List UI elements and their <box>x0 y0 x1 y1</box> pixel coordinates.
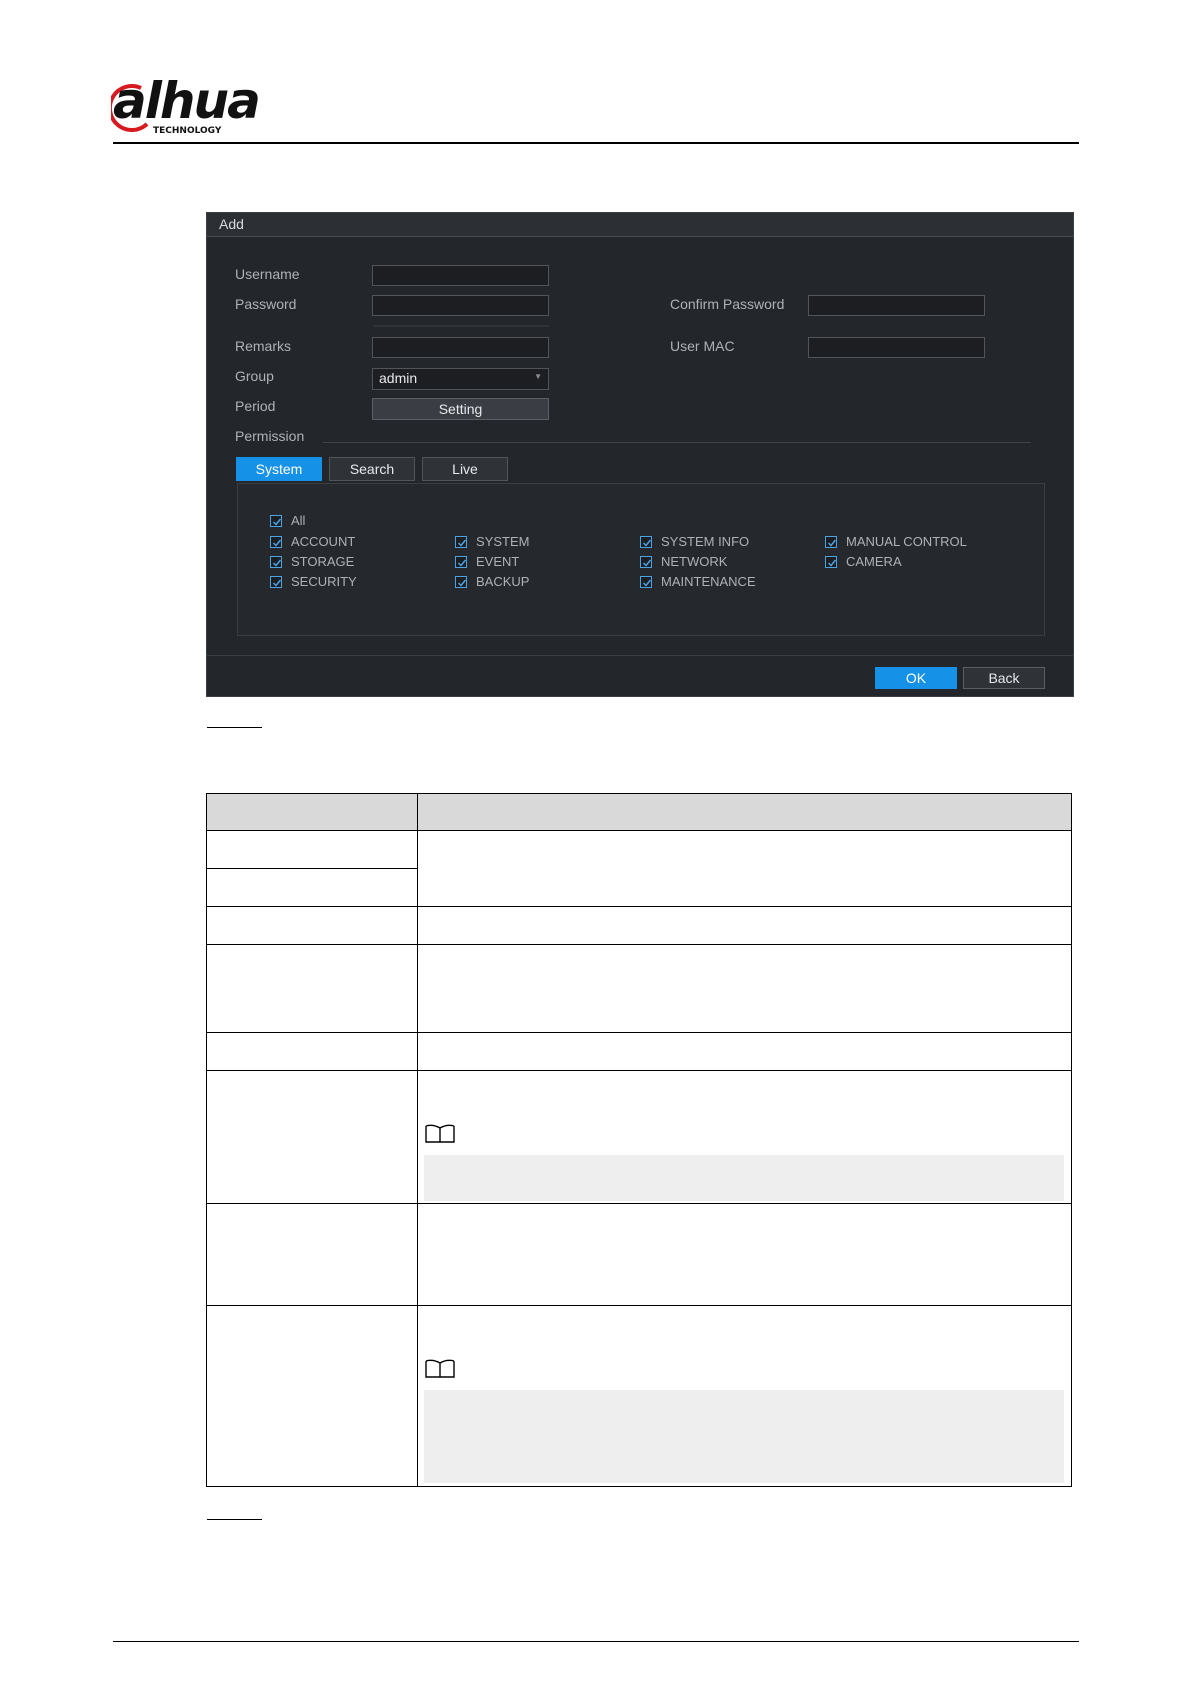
permission-label: MAINTENANCE <box>661 574 756 589</box>
permission-label: All <box>291 513 306 528</box>
password-strength-bar <box>373 325 549 327</box>
permission-label: SECURITY <box>291 574 357 589</box>
checkbox-checked-icon[interactable] <box>640 556 652 568</box>
table-border <box>1071 793 1072 1487</box>
permission-label: STORAGE <box>291 554 355 569</box>
checkbox-checked-icon[interactable] <box>455 576 467 588</box>
table-row-divider <box>206 1203 1072 1204</box>
username-field[interactable] <box>372 265 549 286</box>
confirm-password-field[interactable] <box>808 295 985 316</box>
tab-system[interactable]: System <box>236 457 322 481</box>
table-row-divider <box>206 1070 1072 1071</box>
permission-label: ACCOUNT <box>291 534 356 549</box>
permission-panel: All ACCOUNT SYSTEM SYSTEM INFO MANUAL CO… <box>237 483 1045 636</box>
permission-label: Permission <box>235 428 305 444</box>
book-note-icon <box>425 1359 455 1378</box>
table-border <box>206 793 1072 794</box>
remarks-field[interactable] <box>372 337 549 358</box>
permission-label: BACKUP <box>476 574 530 589</box>
password-label: Password <box>235 296 297 312</box>
table-row-divider <box>206 944 1072 945</box>
dialog-title: Add <box>219 216 244 232</box>
table-border <box>206 1486 1072 1487</box>
password-field[interactable] <box>372 295 549 316</box>
period-setting-button[interactable]: Setting <box>372 398 549 420</box>
back-button[interactable]: Back <box>963 667 1045 689</box>
group-select[interactable]: admin ▼ <box>372 368 549 390</box>
checkbox-checked-icon[interactable] <box>270 556 282 568</box>
logo-subtitle: TECHNOLOGY <box>153 126 222 136</box>
table-border <box>206 793 207 1487</box>
table-header-row <box>206 793 1072 830</box>
note-box <box>424 1390 1064 1483</box>
footer-rule <box>113 1641 1079 1642</box>
permission-label: NETWORK <box>661 554 728 569</box>
add-user-dialog: Add Username Password Confirm Password R… <box>206 212 1074 697</box>
book-note-icon <box>425 1124 455 1143</box>
permission-label: SYSTEM INFO <box>661 534 750 549</box>
remarks-label: Remarks <box>235 338 292 354</box>
group-label: Group <box>235 368 274 384</box>
period-label: Period <box>235 398 276 414</box>
table-row-divider <box>206 868 418 869</box>
table-column-divider <box>417 793 418 1487</box>
dahua-logo: alhua TECHNOLOGY <box>111 72 273 140</box>
header-rule <box>113 142 1079 144</box>
parameter-table <box>206 793 1072 1487</box>
tab-live[interactable]: Live <box>422 457 508 481</box>
step-marker-line <box>207 727 262 728</box>
permission-label: SYSTEM <box>476 534 530 549</box>
table-row-divider <box>206 830 1072 831</box>
user-mac-field[interactable] <box>808 337 985 358</box>
user-mac-label: User MAC <box>670 338 735 354</box>
group-select-value: admin <box>379 370 418 386</box>
username-label: Username <box>235 266 300 282</box>
ok-button[interactable]: OK <box>875 667 957 689</box>
table-row-divider <box>206 1305 1072 1306</box>
checkbox-checked-icon[interactable] <box>270 536 282 548</box>
checkbox-checked-icon[interactable] <box>825 536 837 548</box>
permission-label: CAMERA <box>846 554 902 569</box>
dialog-footer-divider <box>207 655 1073 656</box>
table-row-divider <box>206 1032 1072 1033</box>
checkbox-checked-icon[interactable] <box>640 576 652 588</box>
step-marker-line <box>207 1519 262 1520</box>
checkbox-checked-icon[interactable] <box>455 556 467 568</box>
logo-wordmark: alhua <box>113 72 261 130</box>
permission-divider <box>323 442 1031 443</box>
table-row-divider <box>206 906 1072 907</box>
checkbox-checked-icon[interactable] <box>640 536 652 548</box>
permission-label: EVENT <box>476 554 520 569</box>
confirm-password-label: Confirm Password <box>670 296 785 312</box>
tab-search[interactable]: Search <box>329 457 415 481</box>
checkbox-checked-icon[interactable] <box>455 536 467 548</box>
note-box <box>424 1155 1064 1201</box>
checkbox-checked-icon[interactable] <box>270 515 282 527</box>
permission-label: MANUAL CONTROL <box>846 534 967 549</box>
chevron-down-icon: ▼ <box>534 372 542 381</box>
dialog-title-bar: Add <box>207 213 1073 237</box>
checkbox-checked-icon[interactable] <box>825 556 837 568</box>
checkbox-checked-icon[interactable] <box>270 576 282 588</box>
